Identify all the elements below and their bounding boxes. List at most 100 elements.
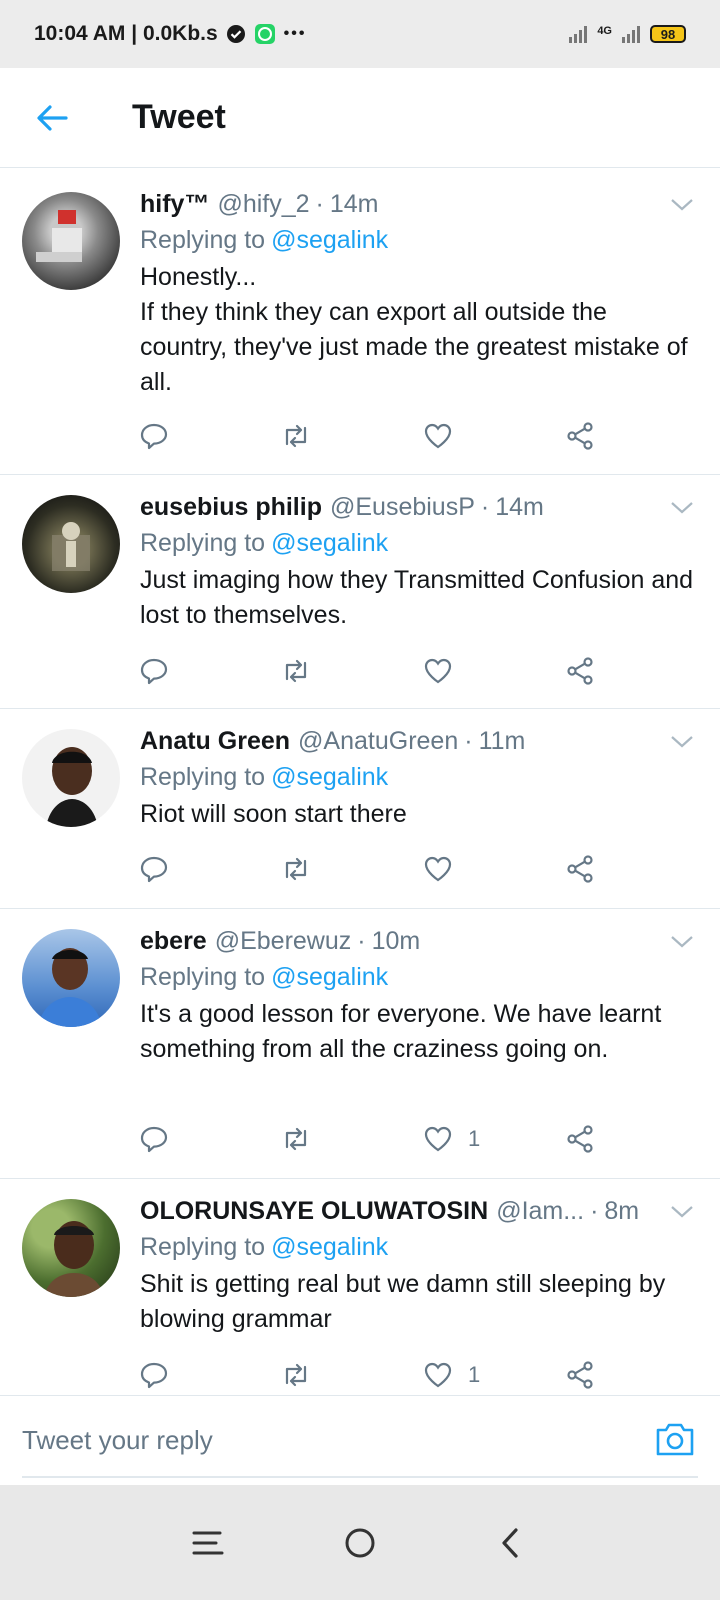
mention-link[interactable]: @segalink xyxy=(271,529,388,557)
share-button[interactable] xyxy=(564,1123,596,1155)
author-name[interactable]: Anatu Green xyxy=(140,723,290,759)
author-handle[interactable]: @AnatuGreen xyxy=(298,723,458,759)
chevron-down-icon[interactable] xyxy=(668,931,696,951)
camera-icon[interactable] xyxy=(652,1416,698,1462)
like-button[interactable] xyxy=(422,853,468,885)
like-button[interactable] xyxy=(422,655,468,687)
author-name[interactable]: OLORUNSAYE OLUWATOSIN xyxy=(140,1193,488,1229)
reply-button[interactable] xyxy=(138,853,170,885)
retweet-icon xyxy=(285,1127,307,1151)
reply-icon xyxy=(140,423,168,450)
author-name[interactable]: ebere xyxy=(140,923,207,959)
replying-to-label: Replying to xyxy=(140,963,266,991)
mention-link[interactable]: @segalink xyxy=(271,963,388,991)
like-icon xyxy=(424,1362,452,1388)
like-icon xyxy=(424,856,452,882)
tweet-text: Riot will soon start there xyxy=(140,800,407,828)
replying-to: Replying to @segalink xyxy=(140,959,700,995)
system-back-button[interactable] xyxy=(488,1521,532,1565)
reply-button[interactable] xyxy=(138,1359,170,1391)
tweet-text: Just imaging how they Transmitted Confus… xyxy=(140,566,694,629)
author-handle[interactable]: @hify_2 xyxy=(217,186,309,222)
reply-button[interactable] xyxy=(138,420,170,452)
tweet-time: 10m xyxy=(371,927,421,955)
recent-apps-button[interactable] xyxy=(186,1521,230,1565)
mention-link[interactable]: @segalink xyxy=(271,226,388,254)
tweet-text: Shit is getting real but we damn still s… xyxy=(140,1270,666,1333)
author-name[interactable]: hify™ xyxy=(140,186,209,222)
separator-dot: · xyxy=(590,1197,599,1225)
author-handle[interactable]: @Iam... xyxy=(496,1193,584,1229)
chevron-down-icon[interactable] xyxy=(668,1201,696,1221)
reply-icon xyxy=(140,1362,168,1389)
tweet-header: Anatu Green @AnatuGreen · 11m xyxy=(140,723,700,759)
like-icon xyxy=(424,658,452,684)
reply-button[interactable] xyxy=(138,655,170,687)
whatsapp-icon xyxy=(254,24,275,44)
home-button[interactable] xyxy=(338,1521,382,1565)
separator-dot: · xyxy=(464,727,473,755)
author-handle[interactable]: @Eberewuz xyxy=(215,923,352,959)
author-name[interactable]: eusebius philip xyxy=(140,489,322,525)
back-chevron-icon xyxy=(502,1528,518,1558)
avatar[interactable] xyxy=(22,192,120,290)
chevron-down-icon[interactable] xyxy=(668,497,696,517)
share-button[interactable] xyxy=(564,655,596,687)
chevron-down-icon[interactable] xyxy=(668,731,696,751)
reply-input[interactable] xyxy=(22,1418,622,1462)
like-button[interactable]: 1 xyxy=(422,1359,480,1391)
tweet[interactable]: Anatu Green @AnatuGreen · 11m Replying t… xyxy=(0,709,720,909)
avatar[interactable] xyxy=(22,929,120,1027)
retweet-button[interactable] xyxy=(280,1359,312,1391)
retweet-button[interactable] xyxy=(280,1123,312,1155)
retweet-button[interactable] xyxy=(280,655,312,687)
retweet-button[interactable] xyxy=(280,853,312,885)
replying-to: Replying to @segalink xyxy=(140,525,700,561)
tweet-header: hify™ @hify_2 · 14m xyxy=(140,186,700,222)
retweet-icon xyxy=(285,857,307,881)
replying-to: Replying to @segalink xyxy=(140,1229,700,1265)
tweet[interactable]: eusebius philip @EusebiusP · 14m Replyin… xyxy=(0,475,720,709)
retweet-button[interactable] xyxy=(280,420,312,452)
share-icon xyxy=(567,657,593,685)
reply-button[interactable] xyxy=(138,1123,170,1155)
like-button[interactable]: 1 xyxy=(422,1123,480,1155)
tweet-time: 11m xyxy=(478,727,526,755)
share-icon xyxy=(567,1361,593,1389)
back-button[interactable] xyxy=(22,88,82,148)
battery-icon: 98 xyxy=(650,25,686,43)
reply-composer xyxy=(0,1395,720,1483)
tweet-header: OLORUNSAYE OLUWATOSIN @Iam... · 8m xyxy=(140,1193,650,1229)
app-header: Tweet xyxy=(0,68,720,168)
tweet-header: eusebius philip @EusebiusP · 14m xyxy=(140,489,700,525)
retweet-icon xyxy=(285,424,307,448)
like-icon xyxy=(424,423,452,449)
reply-icon xyxy=(140,658,168,685)
avatar[interactable] xyxy=(22,729,120,827)
share-button[interactable] xyxy=(564,1359,596,1391)
replying-to-label: Replying to xyxy=(140,226,266,254)
chevron-down-icon[interactable] xyxy=(668,194,696,214)
status-time: 10:04 AM | 0.0Kb.s xyxy=(34,22,218,45)
status-bar: 10:04 AM | 0.0Kb.s ••• 4G 98 xyxy=(0,0,720,68)
mention-link[interactable]: @segalink xyxy=(271,763,388,791)
avatar[interactable] xyxy=(22,1199,120,1297)
avatar[interactable] xyxy=(22,495,120,593)
replying-to: Replying to @segalink xyxy=(140,759,700,795)
share-button[interactable] xyxy=(564,420,596,452)
share-button[interactable] xyxy=(564,853,596,885)
mention-link[interactable]: @segalink xyxy=(271,1233,388,1261)
replying-to-label: Replying to xyxy=(140,1233,266,1261)
share-icon xyxy=(567,855,593,883)
reply-icon xyxy=(140,1126,168,1153)
tweet[interactable]: ebere @Eberewuz · 10m Replying to @segali… xyxy=(0,909,720,1179)
author-handle[interactable]: @EusebiusP xyxy=(330,489,475,525)
tweet[interactable]: hify™ @hify_2 · 14m Replying to @segalink… xyxy=(0,172,720,475)
signal-icon xyxy=(569,25,588,43)
like-button[interactable] xyxy=(422,420,468,452)
tweet[interactable]: OLORUNSAYE OLUWATOSIN @Iam... · 8m Reply… xyxy=(0,1179,720,1397)
page-title: Tweet xyxy=(132,98,226,136)
retweet-icon xyxy=(285,1363,307,1387)
back-arrow-icon xyxy=(37,104,68,131)
home-circle-icon xyxy=(345,1528,375,1558)
